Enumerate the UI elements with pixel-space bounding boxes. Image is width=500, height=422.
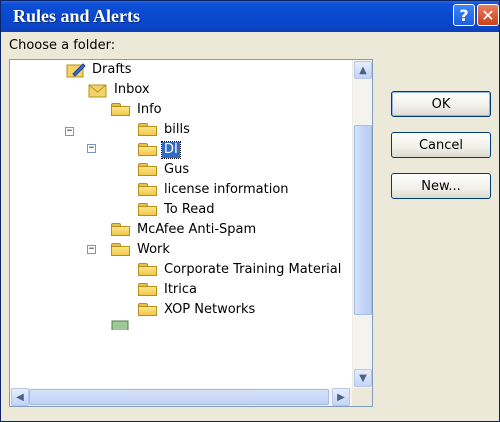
tree-item-mcafee-anti-spam[interactable]: McAfee Anti-Spam — [111, 220, 258, 240]
tree-item-partial — [111, 320, 131, 330]
tree-item-drafts[interactable]: Drafts — [66, 60, 134, 80]
tree-item-label: McAfee Anti-Spam — [137, 222, 257, 237]
scroll-up-button[interactable]: ▲ — [354, 61, 372, 79]
tree-item-label: license information — [164, 182, 289, 197]
window-title: Rules and Alerts — [13, 6, 141, 26]
cancel-button[interactable]: Cancel — [391, 132, 491, 158]
tree-item-label: bills — [164, 122, 190, 137]
tree-item-to-read[interactable]: To Read — [138, 200, 216, 220]
scroll-down-button[interactable]: ▼ — [354, 369, 372, 387]
folder-icon — [138, 263, 158, 277]
drafts-icon — [66, 63, 86, 78]
folder-icon — [138, 123, 158, 137]
tree-item-label: Drafts — [92, 62, 132, 77]
folder-icon — [138, 303, 158, 317]
folder-icon — [138, 203, 158, 217]
tree-item-xop-networks[interactable]: XOP Networks — [138, 300, 257, 320]
tree-item-label: XOP Networks — [164, 302, 256, 317]
folder-icon — [111, 103, 131, 117]
title-bar[interactable]: Rules and Alerts ? ✕ — [1, 1, 499, 32]
collapse-inbox-toggle[interactable]: − — [65, 127, 74, 136]
inbox-icon — [88, 84, 107, 98]
tree-item-label: DI — [161, 141, 181, 159]
scrollbar-corner — [352, 388, 372, 406]
tree-item-label: Info — [137, 102, 162, 117]
folder-icon — [111, 223, 131, 237]
tree-item-label: Work — [137, 242, 170, 257]
folder-icon — [138, 163, 158, 177]
new-folder-button[interactable]: New... — [391, 173, 491, 199]
folder-icon — [138, 183, 158, 197]
tree-item-gus[interactable]: Gus — [138, 160, 191, 180]
folder-icon — [138, 283, 158, 297]
rules-and-alerts-dialog: Rules and Alerts ? ✕ Choose a folder: Dr… — [0, 0, 500, 422]
help-button[interactable]: ? — [453, 4, 475, 26]
ok-button[interactable]: OK — [391, 91, 491, 117]
tree-item-itrica[interactable]: Itrica — [138, 280, 199, 300]
tree-item-label: Itrica — [164, 282, 198, 297]
tree-item-inbox[interactable]: Inbox — [88, 80, 152, 100]
close-button[interactable]: ✕ — [477, 4, 499, 26]
collapse-info-toggle[interactable]: − — [87, 144, 96, 153]
choose-folder-label: Choose a folder: — [9, 38, 116, 53]
folder-icon — [111, 320, 129, 330]
tree-item-corporate-training-material[interactable]: Corporate Training Material — [138, 260, 343, 280]
collapse-work-toggle[interactable]: − — [87, 245, 96, 254]
folder-icon — [111, 243, 131, 257]
tree-item-work[interactable]: Work — [111, 240, 172, 260]
tree-item-label: Inbox — [114, 82, 150, 97]
vertical-scroll-thumb[interactable] — [354, 125, 372, 315]
tree-item-license-information[interactable]: license information — [138, 180, 291, 200]
tree-item-di[interactable]: DI — [138, 140, 181, 160]
vertical-scrollbar[interactable]: ▲ ▼ — [352, 60, 372, 388]
folder-icon — [138, 143, 158, 157]
folder-tree[interactable]: Drafts − Inbox − Info bills DI Gus licen… — [9, 59, 373, 407]
horizontal-scroll-thumb[interactable] — [29, 389, 329, 405]
scroll-left-button[interactable]: ◀ — [11, 388, 29, 406]
tree-item-label: Corporate Training Material — [164, 262, 342, 277]
horizontal-scrollbar[interactable]: ◀ ▶ — [10, 388, 352, 406]
tree-item-label: To Read — [164, 202, 215, 217]
tree-item-label: Gus — [164, 162, 190, 177]
tree-item-bills[interactable]: bills — [138, 120, 192, 140]
scroll-right-button[interactable]: ▶ — [332, 388, 350, 406]
tree-item-info[interactable]: Info — [111, 100, 164, 120]
